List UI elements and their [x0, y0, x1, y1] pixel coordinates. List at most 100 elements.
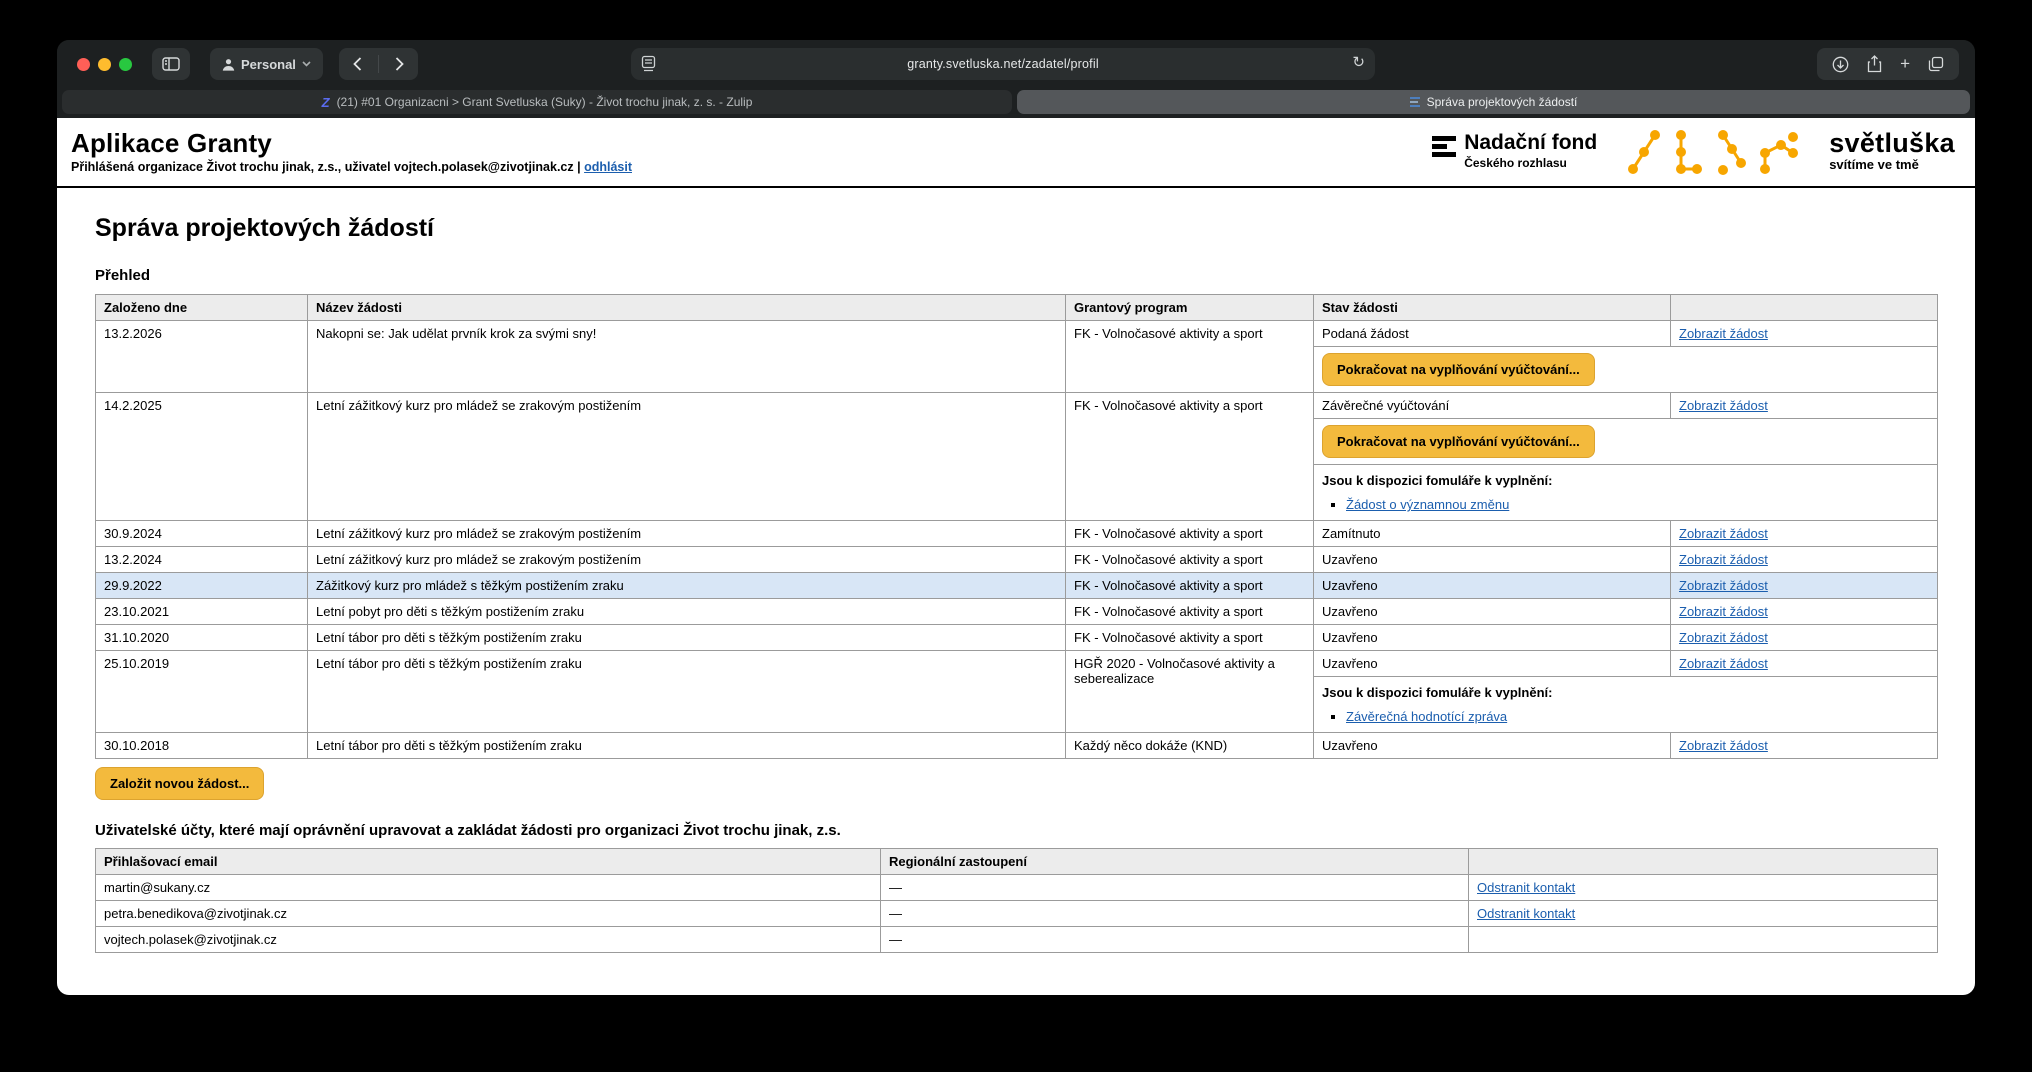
application-name: Letní zážitkový kurz pro mládež se zrako…: [308, 393, 1066, 521]
form-link[interactable]: Žádost o významnou změnu: [1346, 497, 1509, 512]
user-email: martin@sukany.cz: [96, 875, 881, 901]
application-status: Uzavřeno: [1314, 625, 1671, 651]
continue-settlement-button[interactable]: Pokračovat na vyplňování vyúčtování...: [1322, 425, 1595, 458]
application-actions: Zobrazit žádost: [1671, 573, 1938, 599]
application-name: Letní zážitkový kurz pro mládež se zrako…: [308, 521, 1066, 547]
application-actions: Zobrazit žádost: [1671, 625, 1938, 651]
user-row: petra.benedikova@zivotjinak.cz— Odstranit…: [96, 901, 1938, 927]
button-cell: Pokračovat na vyplňování vyúčtování...: [1314, 347, 1938, 393]
table-header-row: Založeno dneNázev žádostiGrantový progra…: [96, 295, 1938, 321]
view-application-link[interactable]: Zobrazit žádost: [1679, 738, 1768, 753]
fullscreen-window-button[interactable]: [119, 58, 132, 71]
column-header: Regionální zastoupení: [881, 849, 1469, 875]
svetluska-dots-icon: [1623, 123, 1803, 179]
application-name: Nakopni se: Jak udělat prvník krok za sv…: [308, 321, 1066, 393]
forms-heading: Jsou k dispozici fomuláře k vyplnění:: [1322, 685, 1929, 700]
new-tab-button[interactable]: +: [1895, 54, 1915, 74]
view-application-link[interactable]: Zobrazit žádost: [1679, 630, 1768, 645]
application-program: FK - Volnočasové aktivity a sport: [1066, 321, 1314, 393]
application-status: Zamítnuto: [1314, 521, 1671, 547]
downloads-button[interactable]: [1827, 56, 1854, 73]
forward-button[interactable]: [385, 48, 414, 80]
application-actions: Zobrazit žádost: [1671, 599, 1938, 625]
sidebar-toggle-button[interactable]: [152, 48, 190, 80]
application-program: FK - Volnočasové aktivity a sport: [1066, 625, 1314, 651]
view-application-link[interactable]: Zobrazit žádost: [1679, 552, 1768, 567]
table-header-row: Přihlašovací emailRegionální zastoupení: [96, 849, 1938, 875]
logout-link[interactable]: odhlásit: [584, 160, 632, 174]
application-status: Uzavřeno: [1314, 733, 1671, 759]
application-program: HGŘ 2020 - Volnočasové aktivity a sebere…: [1066, 651, 1314, 733]
profile-menu-button[interactable]: Personal: [210, 48, 323, 80]
continue-settlement-button[interactable]: Pokračovat na vyplňování vyúčtování...: [1322, 353, 1595, 386]
application-actions: Zobrazit žádost: [1671, 651, 1938, 677]
view-application-link[interactable]: Zobrazit žádost: [1679, 398, 1768, 413]
view-application-link[interactable]: Zobrazit žádost: [1679, 656, 1768, 671]
chevron-down-icon: [302, 61, 311, 67]
column-header: [1671, 295, 1938, 321]
address-bar[interactable]: granty.svetluska.net/zadatel/profil ↻: [631, 48, 1375, 80]
close-window-button[interactable]: [77, 58, 90, 71]
person-icon: [222, 58, 235, 71]
user-row: vojtech.polasek@zivotjinak.cz—: [96, 927, 1938, 953]
user-email: petra.benedikova@zivotjinak.cz: [96, 901, 881, 927]
view-application-link[interactable]: Zobrazit žádost: [1679, 604, 1768, 619]
remove-contact-link[interactable]: Odstranit kontakt: [1477, 880, 1575, 895]
overview-heading: Přehled: [95, 267, 1937, 284]
application-row: 23.10.2021Letní pobyt pro děti s těžkým …: [96, 599, 1938, 625]
application-status: Uzavřeno: [1314, 573, 1671, 599]
logos: Nadační fond Českého rozhlasu světluška …: [1432, 123, 1961, 179]
application-program: FK - Volnočasové aktivity a sport: [1066, 393, 1314, 521]
application-date: 31.10.2020: [96, 625, 308, 651]
button-cell: Pokračovat na vyplňování vyúčtování...: [1314, 419, 1938, 465]
tab-bar: Z (21) #01 Organizacni > Grant Svetluska…: [57, 88, 1975, 118]
application-status: Uzavřeno: [1314, 651, 1671, 677]
application-status: Závěrečné vyúčtování: [1314, 393, 1671, 419]
user-email: vojtech.polasek@zivotjinak.cz: [96, 927, 881, 953]
history-nav: [339, 48, 418, 80]
column-header: Přihlašovací email: [96, 849, 881, 875]
view-application-link[interactable]: Zobrazit žádost: [1679, 578, 1768, 593]
share-button[interactable]: [1862, 55, 1887, 73]
application-status: Podaná žádost: [1314, 321, 1671, 347]
application-actions: Zobrazit žádost: [1671, 393, 1938, 419]
user-region: —: [881, 901, 1469, 927]
user-actions: Odstranit kontakt: [1469, 875, 1938, 901]
sv-logo-title: světluška: [1829, 130, 1955, 157]
remove-contact-link[interactable]: Odstranit kontakt: [1477, 906, 1575, 921]
application-program: Každý něco dokáže (KND): [1066, 733, 1314, 759]
application-status: Uzavřeno: [1314, 547, 1671, 573]
new-application-button[interactable]: Založit novou žádost...: [95, 767, 264, 800]
tab-title: (21) #01 Organizacni > Grant Svetluska (…: [337, 95, 753, 109]
forms-cell: Jsou k dispozici fomuláře k vyplnění: Záv…: [1314, 677, 1938, 733]
forms-list: Závěrečná hodnotící zpráva: [1322, 709, 1929, 724]
page-content: Aplikace Granty Přihlášená organizace Ži…: [57, 118, 1975, 995]
application-row: 25.10.2019Letní tábor pro děti s těžkým …: [96, 651, 1938, 677]
forms-list-item: Žádost o významnou změnu: [1346, 497, 1929, 512]
application-date: 29.9.2022: [96, 573, 308, 599]
user-row: martin@sukany.cz—Odstranit kontakt: [96, 875, 1938, 901]
tabs-icon: [1928, 56, 1944, 72]
application-actions: Zobrazit žádost: [1671, 321, 1938, 347]
window-controls: [77, 58, 132, 71]
minimize-window-button[interactable]: [98, 58, 111, 71]
back-button[interactable]: [343, 48, 372, 80]
application-date: 25.10.2019: [96, 651, 308, 733]
forms-list-item: Závěrečná hodnotící zpráva: [1346, 709, 1929, 724]
reader-icon[interactable]: [641, 55, 656, 77]
download-icon: [1832, 56, 1849, 73]
column-header: Název žádosti: [308, 295, 1066, 321]
forms-cell: Jsou k dispozici fomuláře k vyplnění:Žád…: [1314, 465, 1938, 521]
tab-overview-button[interactable]: [1923, 56, 1949, 72]
application-program: FK - Volnočasové aktivity a sport: [1066, 599, 1314, 625]
url-text: granty.svetluska.net/zadatel/profil: [631, 57, 1375, 71]
tab-zulip[interactable]: Z (21) #01 Organizacni > Grant Svetluska…: [62, 90, 1012, 114]
column-header: Stav žádosti: [1314, 295, 1671, 321]
view-application-link[interactable]: Zobrazit žádost: [1679, 526, 1768, 541]
reload-button[interactable]: ↻: [1352, 53, 1365, 71]
form-link[interactable]: Závěrečná hodnotící zpráva: [1346, 709, 1507, 724]
application-row: 13.2.2024Letní zážitkový kurz pro mládež…: [96, 547, 1938, 573]
tab-grants-active[interactable]: Správa projektových žádostí: [1017, 90, 1970, 114]
view-application-link[interactable]: Zobrazit žádost: [1679, 326, 1768, 341]
browser-titlebar: Personal granty.svetluska.net/zadatel/pr…: [57, 40, 1975, 88]
